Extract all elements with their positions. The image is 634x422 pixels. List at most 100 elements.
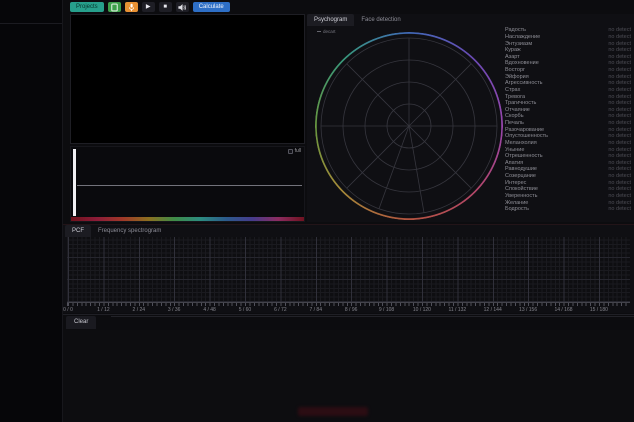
emotion-value: no detect bbox=[608, 120, 631, 126]
emotion-label: Разочарование bbox=[505, 127, 544, 133]
emotion-label: Печаль bbox=[505, 120, 524, 126]
emotion-label: Отчаяние bbox=[505, 107, 530, 113]
emotion-label: Спокойствие bbox=[505, 186, 538, 192]
emotion-value: no detect bbox=[608, 113, 631, 119]
microphone-icon bbox=[127, 3, 136, 12]
axis-tick-label: 12 / 144 bbox=[475, 306, 510, 314]
open-file-button[interactable] bbox=[108, 2, 121, 12]
psychogram-panel: Psychogram Face detection decart bbox=[307, 14, 634, 222]
sidebar bbox=[0, 0, 63, 422]
clear-button[interactable]: Clear bbox=[66, 316, 96, 329]
spectral-color-strip bbox=[71, 217, 304, 221]
emotion-row: Восторг no detect bbox=[505, 67, 631, 74]
record-button[interactable] bbox=[125, 2, 138, 12]
emotion-row: Апатия no detect bbox=[505, 160, 631, 167]
projects-button[interactable]: Projects bbox=[70, 2, 104, 12]
emotion-row: Трагичность no detect bbox=[505, 100, 631, 107]
emotion-label: Отрешенность bbox=[505, 153, 543, 159]
emotion-value: no detect bbox=[608, 160, 631, 166]
emotion-value: no detect bbox=[608, 67, 631, 73]
bottom-tabbar: PCF Frequency spectrogram bbox=[63, 225, 634, 237]
emotion-value: no detect bbox=[608, 193, 631, 199]
waveform-panel[interactable]: full bbox=[70, 146, 305, 222]
emotion-label: Страх bbox=[505, 87, 520, 93]
emotion-value: no detect bbox=[608, 87, 631, 93]
emotion-value: no detect bbox=[608, 147, 631, 153]
emotion-value: no detect bbox=[608, 173, 631, 179]
emotion-label: Агрессивность bbox=[505, 80, 543, 86]
tab-frequency-spectrogram[interactable]: Frequency spectrogram bbox=[91, 225, 168, 237]
emotion-radar-chart bbox=[315, 32, 503, 220]
emotion-row: Наслаждение no detect bbox=[505, 34, 631, 41]
emotion-row: Вдохновение no detect bbox=[505, 60, 631, 67]
emotion-row: Меланхолия no detect bbox=[505, 140, 631, 147]
emotion-label: Уныние bbox=[505, 147, 524, 153]
speaker-icon bbox=[177, 3, 187, 12]
emotion-label: Равнодушие bbox=[505, 166, 537, 172]
toolbar: Projects ▶ ■ Calculate bbox=[64, 0, 634, 14]
emotion-label: Азарт bbox=[505, 54, 520, 60]
tab-psychogram[interactable]: Psychogram bbox=[307, 14, 354, 26]
emotion-row: Тревога no detect bbox=[505, 93, 631, 100]
emotion-value: no detect bbox=[608, 60, 631, 66]
emotion-row: Агрессивность no detect bbox=[505, 80, 631, 87]
emotion-label: Энтузиазм bbox=[505, 41, 532, 47]
emotion-row: Равнодушие no detect bbox=[505, 166, 631, 173]
playhead[interactable] bbox=[73, 149, 76, 216]
axis-tick-label: 6 / 72 bbox=[263, 306, 298, 314]
full-checkbox[interactable]: full bbox=[288, 148, 301, 154]
emotion-row: Созерцание no detect bbox=[505, 173, 631, 180]
emotion-label: Радость bbox=[505, 27, 526, 33]
emotion-label: Бодрость bbox=[505, 206, 529, 212]
emotion-value: no detect bbox=[608, 54, 631, 60]
emotion-label: Опустошенность bbox=[505, 133, 548, 139]
tab-face-detection[interactable]: Face detection bbox=[354, 14, 407, 26]
right-tabbar: Psychogram Face detection bbox=[307, 14, 634, 26]
time-axis: 0 / 0 1 / 12 2 / 24 3 / 36 4 / 48 5 / 60… bbox=[50, 306, 616, 314]
emotion-label: Вдохновение bbox=[505, 60, 539, 66]
stop-button[interactable]: ■ bbox=[159, 2, 172, 12]
emotion-row: Энтузиазм no detect bbox=[505, 40, 631, 47]
emotion-label: Скорбь bbox=[505, 113, 524, 119]
spectrogram-grid bbox=[67, 237, 630, 303]
emotion-row: Бодрость no detect bbox=[505, 206, 631, 213]
axis-tick-label: 0 / 0 bbox=[50, 306, 85, 314]
emotion-value: no detect bbox=[608, 127, 631, 133]
emotion-label: Меланхолия bbox=[505, 140, 537, 146]
calculate-button[interactable]: Calculate bbox=[193, 2, 230, 12]
emotion-value: no detect bbox=[608, 94, 631, 100]
axis-tick-label: 8 / 96 bbox=[333, 306, 368, 314]
axis-tick-label: 5 / 60 bbox=[227, 306, 262, 314]
axis-tick-label: 13 / 156 bbox=[510, 306, 545, 314]
volume-button[interactable] bbox=[176, 2, 189, 12]
emotion-value: no detect bbox=[608, 206, 631, 212]
emotion-value: no detect bbox=[608, 34, 631, 40]
axis-tick-label: 4 / 48 bbox=[192, 306, 227, 314]
sidebar-divider bbox=[0, 23, 62, 24]
axis-tick-label: 10 / 120 bbox=[404, 306, 439, 314]
tab-pcf[interactable]: PCF bbox=[65, 225, 91, 237]
emotion-value: no detect bbox=[608, 41, 631, 47]
emotion-row: Кураж no detect bbox=[505, 47, 631, 54]
emotion-row: Желание no detect bbox=[505, 199, 631, 206]
emotion-value: no detect bbox=[608, 47, 631, 53]
emotion-label: Эйфория bbox=[505, 74, 529, 80]
emotion-row: Разочарование no detect bbox=[505, 126, 631, 133]
emotion-row: Радость no detect bbox=[505, 27, 631, 34]
emotion-row: Спокойствие no detect bbox=[505, 186, 631, 193]
play-button[interactable]: ▶ bbox=[142, 2, 155, 12]
axis-tick-label: 9 / 108 bbox=[369, 306, 404, 314]
clear-bar: Clear bbox=[63, 314, 634, 329]
emotion-label: Апатия bbox=[505, 160, 523, 166]
emotion-label: Восторг bbox=[505, 67, 525, 73]
emotion-label: Трагичность bbox=[505, 100, 536, 106]
emotion-label: Кураж bbox=[505, 47, 521, 53]
emotion-row: Уверенность no detect bbox=[505, 193, 631, 200]
clear-bar-rule bbox=[111, 316, 634, 317]
emotion-row: Уныние no detect bbox=[505, 146, 631, 153]
watermark bbox=[298, 407, 368, 416]
emotion-value: no detect bbox=[608, 80, 631, 86]
emotion-row: Отчаяние no detect bbox=[505, 107, 631, 114]
checkbox-icon bbox=[288, 149, 293, 154]
emotion-row: Эйфория no detect bbox=[505, 73, 631, 80]
